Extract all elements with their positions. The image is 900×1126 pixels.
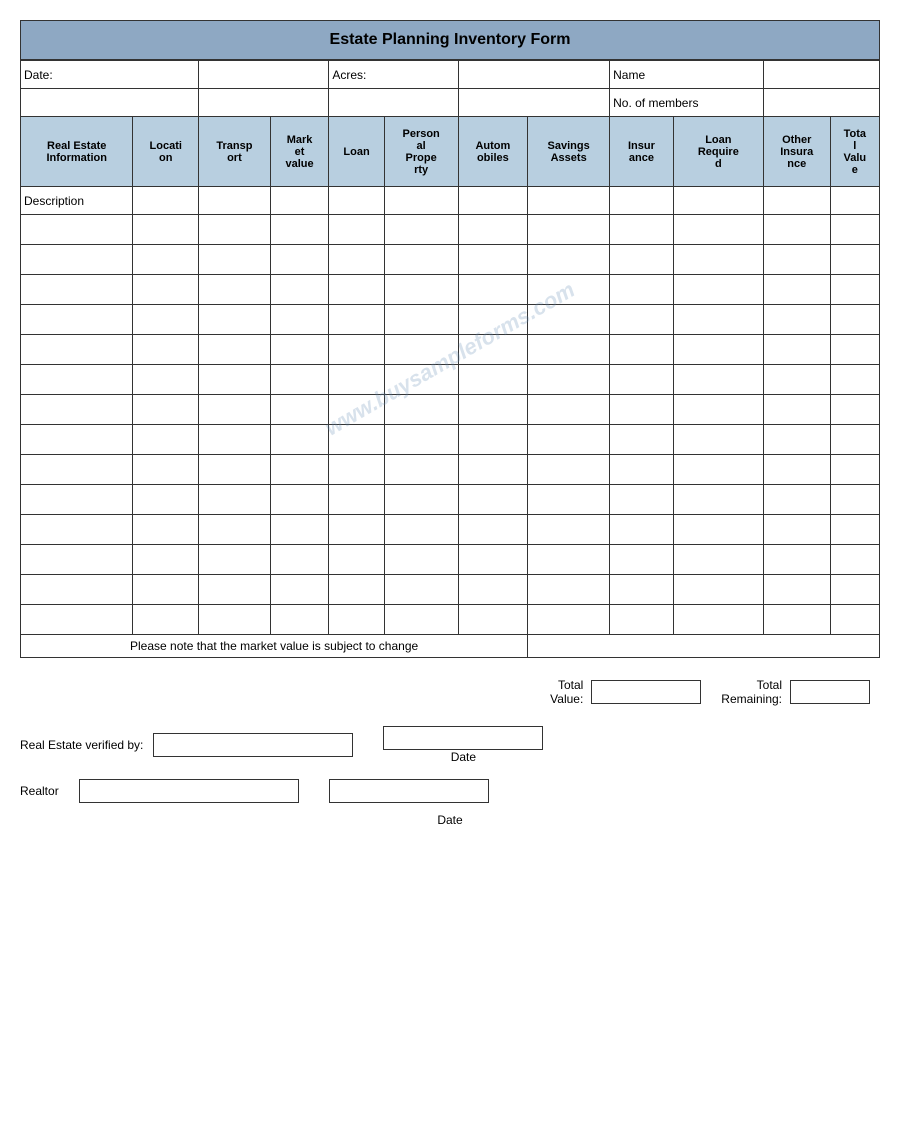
col-header-total-value: TotalValue: [830, 117, 879, 187]
signature-section: Real Estate verified by: Date Realtor Da…: [20, 726, 880, 827]
empty-cell-1: [21, 89, 199, 117]
realtor-label: Realtor: [20, 784, 59, 798]
empty-cell-4: [458, 89, 610, 117]
column-header-row: Real EstateInformation Location Transpor…: [21, 117, 880, 187]
desc-col8: [528, 187, 610, 215]
main-table-wrapper: www.buysampleforms.com Date: Acres: Name…: [20, 60, 880, 658]
table-row: [21, 335, 880, 365]
real-estate-verified-label: Real Estate verified by:: [20, 738, 143, 752]
main-table: Date: Acres: Name No. of members Real Es…: [20, 60, 880, 658]
table-row: [21, 275, 880, 305]
table-row: [21, 365, 880, 395]
desc-col4: [270, 187, 329, 215]
table-row: [21, 215, 880, 245]
total-remaining-label: TotalRemaining:: [721, 678, 782, 706]
desc-col3: [199, 187, 271, 215]
name-value-cell[interactable]: [763, 61, 879, 89]
no-of-members-label: No. of members: [610, 89, 764, 117]
no-of-members-value[interactable]: [763, 89, 879, 117]
col-header-savings-assets: SavingsAssets: [528, 117, 610, 187]
realtor-row: Realtor: [20, 779, 880, 803]
table-row: [21, 425, 880, 455]
col-header-automobiles: Automobiles: [458, 117, 528, 187]
notice-text: Please note that the market value is sub…: [21, 635, 528, 658]
desc-col9: [610, 187, 674, 215]
table-row: [21, 515, 880, 545]
desc-col10: [673, 187, 763, 215]
empty-cell-3: [329, 89, 458, 117]
date-value-cell[interactable]: [199, 61, 329, 89]
form-container: Estate Planning Inventory Form www.buysa…: [20, 20, 880, 827]
total-value-label: TotalValue:: [550, 678, 583, 706]
real-estate-verified-input[interactable]: [153, 733, 353, 757]
total-remaining-group: TotalRemaining:: [721, 678, 870, 706]
col-header-personal-property: PersonalProperty: [384, 117, 458, 187]
real-estate-date-input[interactable]: [383, 726, 543, 750]
desc-col5: [329, 187, 384, 215]
col-header-other-insurance: OtherInsurance: [763, 117, 830, 187]
col-header-market-value: Marketvalue: [270, 117, 329, 187]
real-estate-verified-row: Real Estate verified by: Date: [20, 726, 880, 764]
total-row: TotalValue: TotalRemaining:: [20, 678, 880, 706]
bottom-date-label: Date: [20, 813, 880, 827]
desc-col6: [384, 187, 458, 215]
col-header-real-estate: Real EstateInformation: [21, 117, 133, 187]
table-row: [21, 455, 880, 485]
date-label-verified: Date: [451, 750, 476, 764]
top-info-row-2: No. of members: [21, 89, 880, 117]
name-label-cell: Name: [610, 61, 764, 89]
table-row: [21, 545, 880, 575]
acres-label-cell: Acres:: [329, 61, 458, 89]
realtor-input[interactable]: [79, 779, 299, 803]
table-row: [21, 485, 880, 515]
total-value-group: TotalValue:: [550, 678, 701, 706]
description-row: Description: [21, 187, 880, 215]
notice-row: Please note that the market value is sub…: [21, 635, 880, 658]
desc-col11: [763, 187, 830, 215]
bottom-section: TotalValue: TotalRemaining: Real Estate …: [20, 678, 880, 827]
form-title: Estate Planning Inventory Form: [20, 20, 880, 60]
desc-col2: [133, 187, 199, 215]
desc-col7: [458, 187, 528, 215]
desc-col12: [830, 187, 879, 215]
top-info-row-1: Date: Acres: Name: [21, 61, 880, 89]
empty-cell-2: [199, 89, 329, 117]
total-remaining-input[interactable]: [790, 680, 870, 704]
acres-value-cell[interactable]: [458, 61, 610, 89]
total-value-input[interactable]: [591, 680, 701, 704]
col-header-transport: Transport: [199, 117, 271, 187]
col-header-location: Location: [133, 117, 199, 187]
table-row: [21, 605, 880, 635]
table-row: [21, 395, 880, 425]
col-header-loan-required: LoanRequired: [673, 117, 763, 187]
description-label: Description: [21, 187, 133, 215]
table-row: [21, 575, 880, 605]
table-row: [21, 305, 880, 335]
date-label-cell: Date:: [21, 61, 199, 89]
date-group-verified: Date: [383, 726, 543, 764]
table-row: [21, 245, 880, 275]
col-header-loan: Loan: [329, 117, 384, 187]
notice-empty: [528, 635, 880, 658]
realtor-date-input[interactable]: [329, 779, 489, 803]
col-header-insurance: Insurance: [610, 117, 674, 187]
